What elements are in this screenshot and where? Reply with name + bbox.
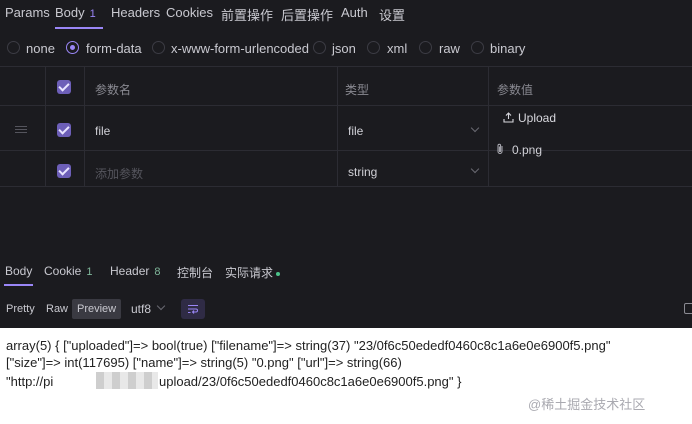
radio-xml-label[interactable]: xml <box>387 41 407 56</box>
encoding-select[interactable]: utf8 <box>131 302 151 316</box>
output-line: array(5) { ["uploaded"]=> bool(true) ["f… <box>6 338 611 353</box>
radio-binary-label[interactable]: binary <box>490 41 525 56</box>
header-type: 类型 <box>345 83 370 97</box>
radio-raw[interactable] <box>419 41 432 54</box>
output-line: "http://pi <box>6 374 54 389</box>
tab-settings[interactable]: 设置 <box>379 5 405 24</box>
tab-post-actions[interactable]: 后置操作 <box>281 5 333 24</box>
resp-tab-header[interactable]: Header 8 <box>110 264 160 278</box>
param-name-cell[interactable]: file <box>95 124 110 138</box>
upload-label: Upload <box>518 111 557 125</box>
view-mode-bar: Pretty Raw Preview utf8 <box>0 296 692 322</box>
resp-tab-cookie-label: Cookie <box>44 264 82 278</box>
upload-button[interactable]: Upload <box>494 105 564 131</box>
word-wrap-button[interactable] <box>181 299 205 319</box>
request-tabs: Params Body 1 Headers Cookies 前置操作 后置操作 A… <box>0 0 692 30</box>
body-type-selector: none form-data x-www-form-urlencoded jso… <box>0 38 692 60</box>
chevron-down-icon[interactable] <box>470 164 480 174</box>
row-enabled-checkbox[interactable] <box>57 164 71 178</box>
view-preview-button[interactable]: Preview <box>72 299 122 319</box>
radio-xml[interactable] <box>367 41 380 54</box>
redacted-region <box>96 372 158 389</box>
resp-tab-cookie-count: 1 <box>86 266 93 278</box>
output-line: ["size"]=> int(117695) ["name"]=> string… <box>6 355 402 370</box>
radio-json[interactable] <box>313 41 326 54</box>
output-line: upload/23/0f6c50ededf0460c8c1a6e0e6900f5… <box>159 374 462 389</box>
radio-urlencoded-label[interactable]: x-www-form-urlencoded <box>171 41 309 56</box>
row-enabled-checkbox[interactable] <box>57 123 71 137</box>
radio-form-data-label[interactable]: form-data <box>86 41 142 56</box>
row-divider <box>0 186 692 187</box>
resp-tab-header-count: 8 <box>154 266 161 278</box>
column-divider <box>488 67 489 186</box>
header-param-name: 参数名 <box>95 83 132 97</box>
active-tab-indicator <box>55 27 103 29</box>
tab-body-label: Body <box>55 5 85 20</box>
chevron-down-icon[interactable] <box>470 123 480 133</box>
upload-icon <box>503 112 514 123</box>
attached-file-name[interactable]: 0.png <box>512 143 542 157</box>
tab-headers[interactable]: Headers <box>111 5 160 20</box>
tab-body[interactable]: Body 1 <box>55 5 96 20</box>
response-tabs: Body Cookie 1 Header 8 控制台 实际请求 <box>0 258 692 286</box>
radio-urlencoded[interactable] <box>152 41 165 54</box>
column-divider <box>84 67 85 186</box>
paperclip-icon <box>497 143 503 154</box>
resp-tab-body[interactable]: Body <box>5 264 32 278</box>
row-divider <box>0 105 692 106</box>
tab-params[interactable]: Params <box>5 5 50 20</box>
resp-tab-actual-request[interactable]: 实际请求 <box>225 264 281 281</box>
radio-raw-label[interactable]: raw <box>439 41 460 56</box>
radio-none[interactable] <box>7 41 20 54</box>
header-value: 参数值 <box>497 83 534 97</box>
radio-json-label[interactable]: json <box>332 41 356 56</box>
resp-tab-console[interactable]: 控制台 <box>177 264 213 281</box>
view-raw-button[interactable]: Raw <box>41 299 73 319</box>
wrap-icon <box>188 305 198 314</box>
tab-pre-actions[interactable]: 前置操作 <box>221 5 273 24</box>
radio-form-data[interactable] <box>66 41 79 54</box>
column-divider <box>337 67 338 186</box>
select-all-checkbox[interactable] <box>57 80 71 94</box>
status-dot-icon <box>276 271 281 276</box>
resp-tab-header-label: Header <box>110 264 150 278</box>
row-divider <box>0 150 692 151</box>
param-type-select[interactable]: string <box>348 165 377 179</box>
tab-body-count: 1 <box>89 8 96 20</box>
drag-handle-icon[interactable] <box>15 126 27 133</box>
resp-tab-cookie[interactable]: Cookie 1 <box>44 264 92 278</box>
chevron-down-icon[interactable] <box>156 301 166 311</box>
params-table: 参数名 类型 参数值 file file Upload 0.png 添加参数 s… <box>0 66 692 187</box>
radio-none-label[interactable]: none <box>26 41 55 56</box>
add-param-input[interactable]: 添加参数 <box>95 165 143 182</box>
copy-icon[interactable] <box>684 303 692 314</box>
watermark: @稀土掘金技术社区 <box>528 397 646 412</box>
column-divider <box>45 67 46 186</box>
active-resp-tab-indicator <box>4 284 33 286</box>
tab-cookies[interactable]: Cookies <box>166 5 213 20</box>
radio-binary[interactable] <box>471 41 484 54</box>
param-type-select[interactable]: file <box>348 124 363 138</box>
resp-tab-actual-request-label: 实际请求 <box>225 266 274 280</box>
tab-auth[interactable]: Auth <box>341 5 368 20</box>
view-pretty-button[interactable]: Pretty <box>1 299 40 319</box>
